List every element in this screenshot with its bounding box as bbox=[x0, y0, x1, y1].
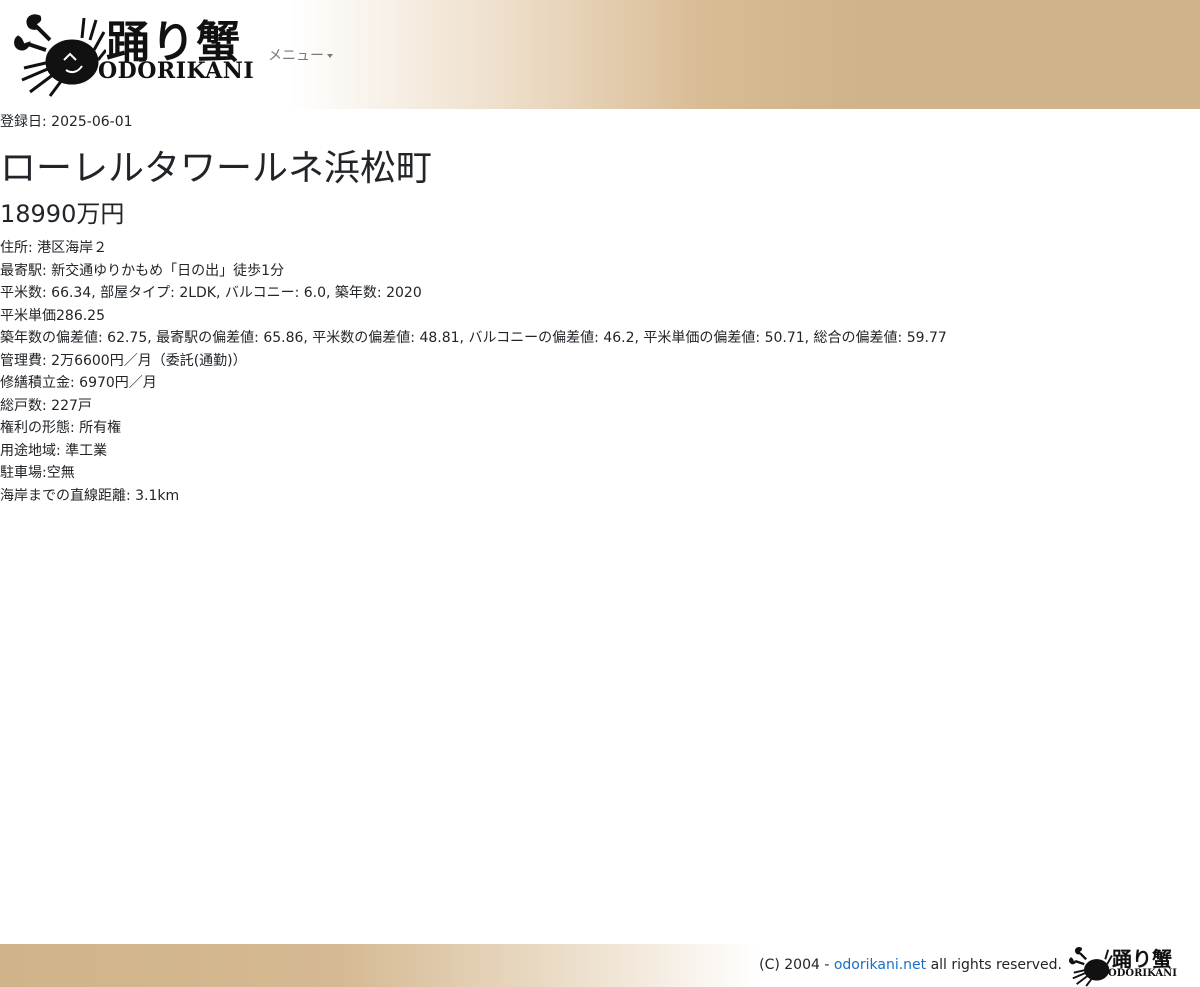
menu-dropdown-toggle[interactable]: メニュー bbox=[268, 45, 333, 65]
crab-icon bbox=[1069, 947, 1113, 987]
site-header: 踊り蟹 ODORIKANI メニュー bbox=[0, 0, 1200, 109]
property-name: ローレルタワールネ浜松町 bbox=[0, 148, 433, 189]
detail-parking: 駐車場:空無 bbox=[0, 465, 75, 481]
detail-coast-distance: 海岸までの直線距離: 3.1km bbox=[0, 487, 180, 504]
detail-management-fee: 管理費: 2万6600円／月（委託(通勤)） bbox=[0, 352, 247, 369]
footer-logo[interactable]: 踊り蟹 ODORIKANI bbox=[1066, 944, 1190, 987]
copyright-suffix: all rights reserved. bbox=[926, 957, 1062, 973]
site-logo[interactable]: 踊り蟹 ODORIKANI bbox=[10, 8, 254, 100]
detail-zoning: 用途地域: 準工業 bbox=[0, 442, 108, 459]
detail-unit-price: 平米単価286.25 bbox=[0, 307, 105, 324]
detail-nearest-station: 最寄駅: 新交通ゆりかもめ「日の出」徒歩1分 bbox=[0, 262, 285, 279]
detail-total-units: 総戸数: 227戸 bbox=[0, 397, 92, 414]
menu-label: メニュー bbox=[268, 48, 324, 64]
registration-date: 登録日: 2025-06-01 bbox=[0, 114, 133, 130]
logo-roman: ODORIKANI bbox=[98, 58, 255, 84]
crab-icon bbox=[14, 14, 106, 97]
site-link[interactable]: odorikani.net bbox=[834, 957, 926, 973]
copyright-text: (C) 2004 - odorikani.net all rights rese… bbox=[759, 957, 1062, 973]
site-footer: (C) 2004 - odorikani.net all rights rese… bbox=[0, 944, 1200, 987]
detail-area-layout: 平米数: 66.34, 部屋タイプ: 2LDK, バルコニー: 6.0, 築年数… bbox=[0, 285, 422, 301]
property-details: 住所: 港区海岸２ 最寄駅: 新交通ゆりかもめ「日の出」徒歩1分 平米数: 66… bbox=[0, 237, 947, 507]
detail-deviation-scores: 築年数の偏差値: 62.75, 最寄駅の偏差値: 65.86, 平米数の偏差値:… bbox=[0, 330, 947, 346]
caret-down-icon bbox=[327, 54, 333, 58]
detail-ownership: 権利の形態: 所有権 bbox=[0, 420, 122, 436]
footer-logo-roman: ODORIKANI bbox=[1108, 968, 1177, 979]
copyright-prefix: (C) 2004 - bbox=[759, 957, 834, 973]
detail-address: 住所: 港区海岸２ bbox=[0, 240, 108, 256]
property-price: 18990万円 bbox=[0, 200, 125, 228]
detail-repair-reserve: 修繕積立金: 6970円／月 bbox=[0, 375, 157, 391]
